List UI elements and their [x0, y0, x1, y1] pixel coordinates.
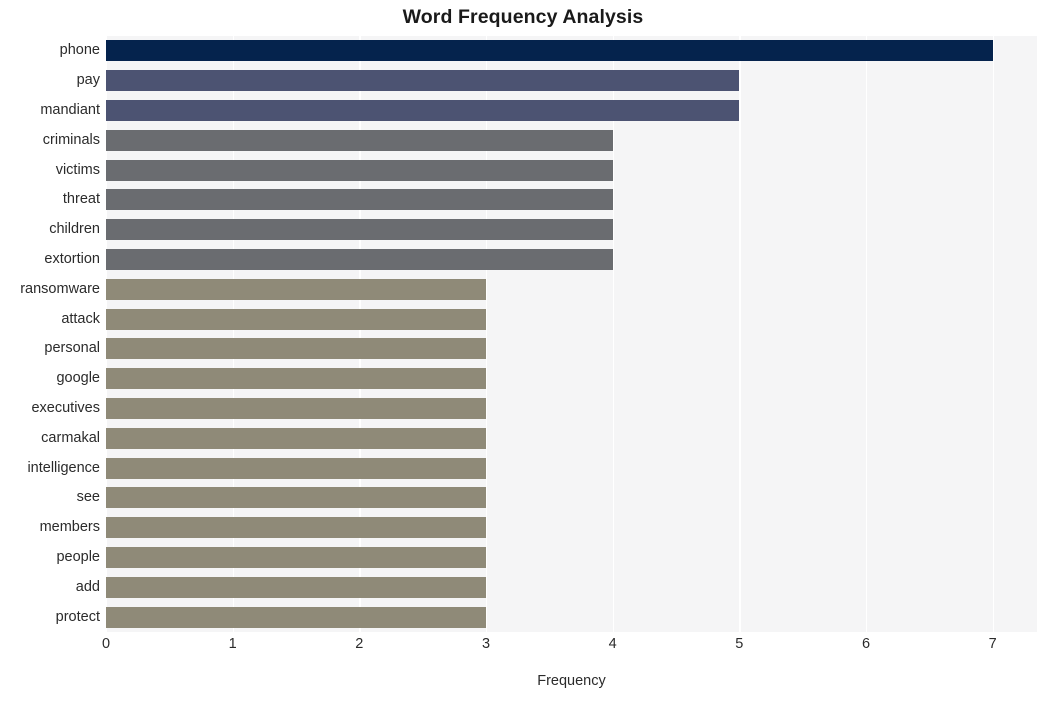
y-axis-tick-label: ransomware	[20, 280, 100, 297]
y-axis-tick-labels: phone pay mandiant criminals victims threat ch…	[0, 36, 100, 632]
y-axis-tick-label: extortion	[44, 251, 100, 267]
bar[interactable]	[106, 308, 486, 330]
y-axis-tick-label: carmakal	[41, 429, 100, 446]
bar[interactable]	[106, 70, 740, 92]
bar-row[interactable]	[106, 125, 1037, 155]
bar[interactable]	[106, 278, 486, 300]
bar-row[interactable]	[106, 513, 1037, 543]
x-axis-tick-label: 0	[101, 636, 111, 652]
bar[interactable]	[106, 487, 486, 509]
y-axis-tick-label: criminals	[42, 131, 100, 148]
x-axis-tick-label: 1	[228, 636, 237, 652]
bar-row[interactable]	[106, 155, 1037, 185]
bar-row[interactable]	[106, 36, 1037, 66]
y-axis-tick-label: attack	[61, 310, 100, 327]
x-axis-tick-labels: 0 1 2 3 4 5 6 7	[102, 636, 1037, 660]
y-axis-tick-label: children	[49, 221, 100, 238]
bar[interactable]	[106, 427, 486, 449]
y-axis-tick-label: members	[39, 519, 100, 536]
bar[interactable]	[106, 517, 486, 539]
bar-row[interactable]	[106, 572, 1037, 602]
x-axis-tick-label: 3	[481, 636, 491, 652]
y-axis-tick-label: add	[75, 578, 100, 595]
y-axis-tick-label: executives	[31, 400, 100, 416]
bar[interactable]	[106, 99, 740, 121]
y-axis-tick-label: pay	[76, 72, 100, 89]
chart-title: Word Frequency Analysis	[402, 6, 644, 28]
bar-row[interactable]	[106, 245, 1037, 275]
bar[interactable]	[106, 189, 613, 211]
bar-row[interactable]	[106, 334, 1037, 364]
bar[interactable]	[106, 397, 486, 419]
bar[interactable]	[106, 40, 993, 62]
y-axis-tick-label: people	[56, 549, 100, 565]
bar-row[interactable]	[106, 215, 1037, 245]
bar[interactable]	[106, 368, 486, 390]
bar-row[interactable]	[106, 274, 1037, 304]
bar-row[interactable]	[106, 423, 1037, 453]
x-axis-tick-label: 7	[988, 636, 997, 652]
y-axis-tick-label: phone	[59, 42, 100, 59]
bar-row[interactable]	[106, 96, 1037, 126]
bar-row[interactable]	[106, 483, 1037, 513]
x-axis-label: Frequency	[537, 673, 606, 689]
bar-row[interactable]	[106, 185, 1037, 215]
x-axis-tick-label: 4	[608, 636, 617, 652]
bar[interactable]	[106, 219, 613, 241]
bar-row[interactable]	[106, 364, 1037, 394]
bar-row[interactable]	[106, 453, 1037, 483]
bar[interactable]	[106, 457, 486, 479]
y-axis-tick-label: protect	[55, 608, 100, 625]
bar[interactable]	[106, 338, 486, 360]
x-axis-tick-label: 2	[355, 636, 364, 652]
y-axis-tick-label: personal	[44, 340, 100, 357]
y-axis-tick-label: victims	[55, 161, 100, 178]
plot-area	[106, 36, 1037, 632]
y-axis-tick-label: google	[56, 370, 100, 387]
x-axis-tick-label: 5	[735, 636, 744, 652]
word-frequency-chart: Word Frequency Analysis phone pay mandiant…	[0, 0, 1046, 701]
y-axis-tick-label: intelligence	[27, 459, 100, 476]
bar[interactable]	[106, 606, 486, 628]
bar[interactable]	[106, 546, 486, 568]
bar-row[interactable]	[106, 543, 1037, 573]
y-axis-tick-label: mandiant	[40, 102, 100, 118]
bar-row[interactable]	[106, 394, 1037, 424]
bar[interactable]	[106, 248, 613, 270]
x-axis-tick-label: 6	[861, 636, 871, 652]
bar-row[interactable]	[106, 66, 1037, 96]
bar[interactable]	[106, 576, 486, 598]
y-axis-tick-label: see	[76, 489, 100, 506]
bar[interactable]	[106, 129, 613, 151]
y-axis-tick-label: threat	[62, 191, 100, 208]
bar-row[interactable]	[106, 304, 1037, 334]
bar-row[interactable]	[106, 602, 1037, 632]
bar[interactable]	[106, 159, 613, 181]
